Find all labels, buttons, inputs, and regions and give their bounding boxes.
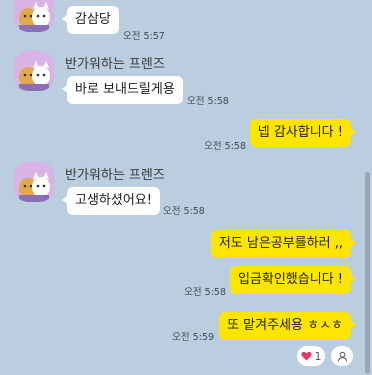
reaction-count: 1	[314, 349, 322, 363]
sender-name: 반가워하는 프렌즈	[65, 57, 165, 72]
avatar[interactable]	[14, 51, 54, 91]
friends-character-icon	[14, 0, 54, 32]
reaction-button[interactable]: 1	[297, 346, 325, 366]
sender-name: 반가워하는 프렌즈	[65, 168, 165, 183]
message-bubble[interactable]: 저도 남은공부를하러 ,,	[210, 230, 357, 258]
add-reaction-button[interactable]	[331, 346, 353, 366]
message-time: 오전 5:58	[204, 141, 246, 152]
message-bubble[interactable]: 입금확인했습니다 !	[229, 266, 357, 294]
message-bubble[interactable]: 감삼당	[62, 6, 119, 34]
avatar[interactable]	[14, 162, 54, 202]
message-time: 오전 5:58	[187, 96, 229, 107]
avatar[interactable]	[14, 0, 54, 32]
message-bubble[interactable]: 바로 보내드릴게용	[62, 76, 183, 104]
message-bubble[interactable]: 고생하셨어요!	[62, 187, 160, 215]
message-time: 오전 5:58	[184, 287, 226, 298]
message-bubble[interactable]: 또 맡겨주세용 ㅎㅅㅎ	[219, 312, 356, 340]
heart-icon	[300, 351, 312, 361]
scrollbar[interactable]	[365, 172, 370, 374]
friends-character-icon	[14, 51, 54, 91]
friends-character-icon	[14, 162, 54, 202]
message-time: 오전 5:57	[123, 31, 165, 42]
message-bubble[interactable]: 넵 감사합니다 !	[249, 119, 357, 147]
message-time: 오전 5:59	[172, 332, 214, 343]
message-time: 오전 5:58	[163, 206, 205, 217]
person-icon	[337, 351, 347, 361]
